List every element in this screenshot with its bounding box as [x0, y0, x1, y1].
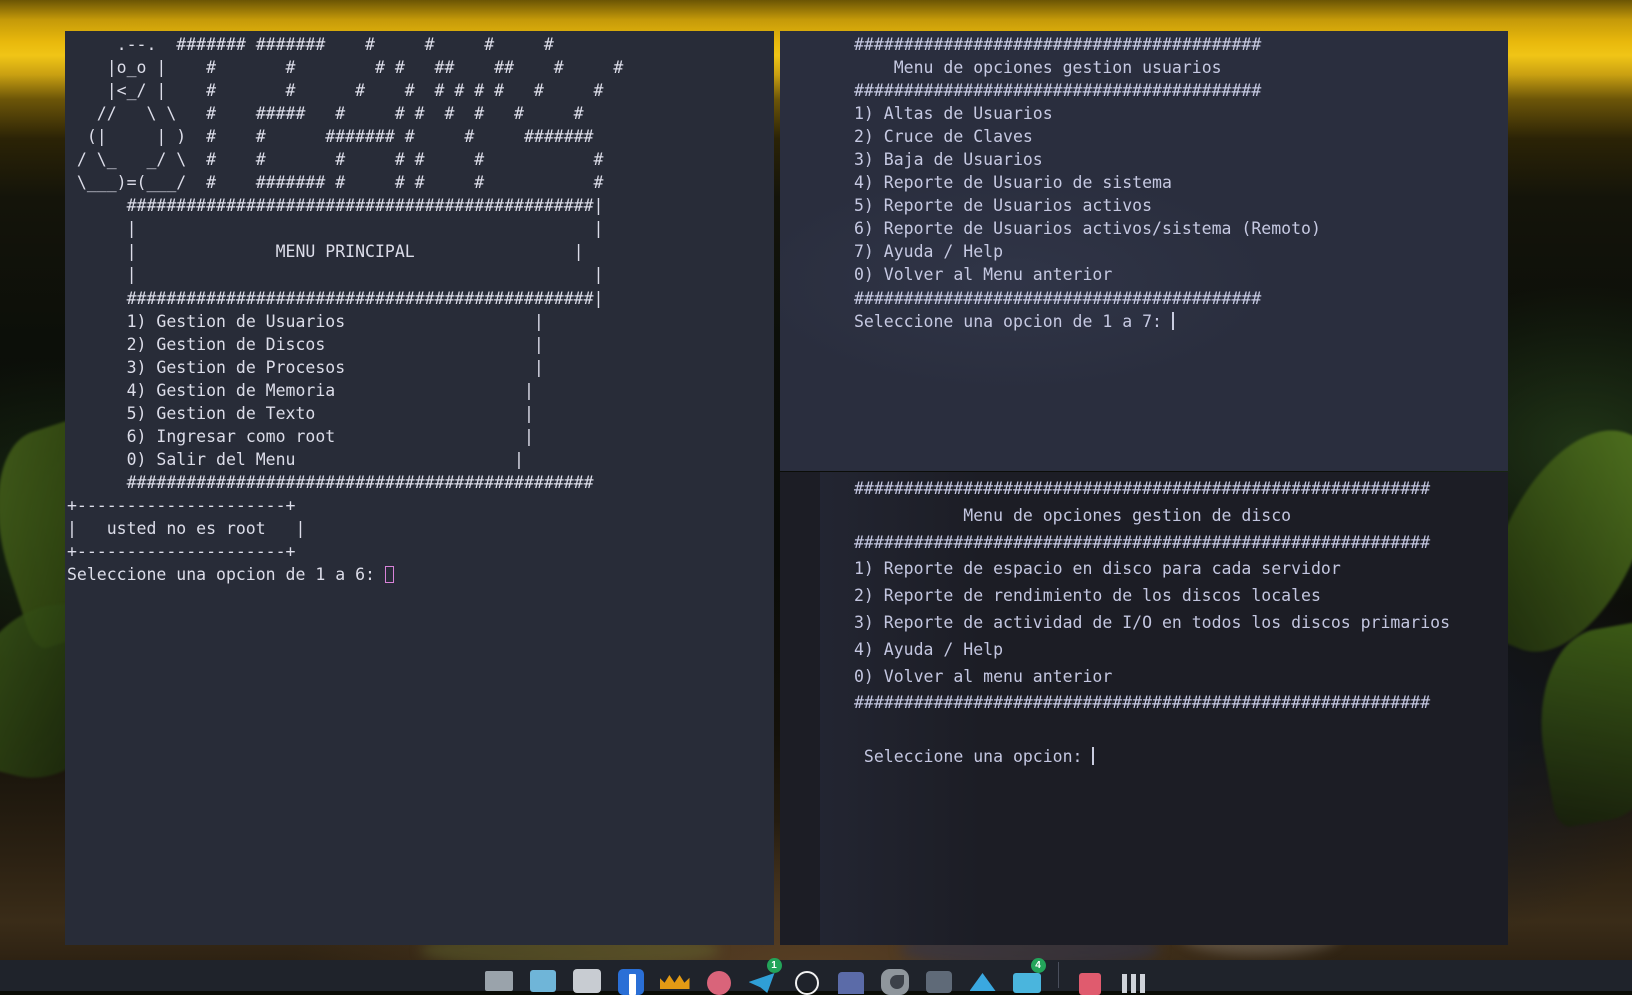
menu-box-blank-row: | |: [127, 219, 604, 238]
ascii-banner-line: (| | ) # # ####### # # #######: [67, 127, 594, 146]
menu-option[interactable]: 0) Salir del Menu: [127, 450, 296, 469]
apps-grid-icon[interactable]: [1117, 961, 1151, 995]
rule-bottom: ########################################…: [854, 289, 1261, 308]
browser-icon[interactable]: [790, 961, 824, 995]
menu-option[interactable]: 6) Ingresar como root: [127, 427, 336, 446]
menu-option[interactable]: 1) Gestion de Usuarios: [127, 312, 346, 331]
ascii-banner-line: .--. ####### ####### # # # #: [67, 35, 554, 54]
telegram-icon[interactable]: 1: [746, 961, 780, 995]
text-cursor[interactable]: [385, 566, 394, 583]
rule-mid: ########################################…: [854, 81, 1261, 100]
facebook-icon[interactable]: [614, 961, 648, 995]
chat-icon[interactable]: 4: [1010, 961, 1044, 995]
terminal-right-bottom-content: ########################################…: [780, 472, 1508, 771]
cloud-icon[interactable]: [966, 961, 1000, 995]
menu-title: MENU PRINCIPAL: [276, 242, 415, 261]
menu-option[interactable]: 3) Reporte de actividad de I/O en todos …: [854, 613, 1450, 632]
rule-bottom: ########################################…: [854, 693, 1430, 712]
menu-box-bottom-rule: ########################################…: [127, 473, 594, 492]
menu-option[interactable]: 0) Volver al Menu anterior: [854, 265, 1112, 284]
dock-separator: [1058, 962, 1059, 988]
menu-option[interactable]: 4) Gestion de Memoria: [127, 381, 336, 400]
menu-option[interactable]: 0) Volver al menu anterior: [854, 667, 1112, 686]
files-icon[interactable]: [482, 961, 516, 995]
menu-option[interactable]: 1) Reporte de espacio en disco para cada…: [854, 559, 1341, 578]
menu-title: Menu de opciones gestion de disco: [963, 506, 1291, 525]
terminal-window-main-menu[interactable]: .--. ####### ####### # # # # |o_o | # # …: [65, 31, 774, 945]
taskbar-dock[interactable]: 14: [0, 960, 1632, 991]
menu-box-blank-row: | |: [127, 265, 604, 284]
menu-box-mid-rule: ########################################…: [127, 289, 604, 308]
rule-top: ########################################…: [854, 35, 1261, 54]
notice-box-text: | usted no es root |: [67, 519, 305, 538]
menu-option[interactable]: 5) Reporte de Usuarios activos: [854, 196, 1152, 215]
terminal-left-content: .--. ####### ####### # # # # |o_o | # # …: [65, 31, 774, 586]
terminal-icon[interactable]: [922, 961, 956, 995]
menu-option[interactable]: 2) Gestion de Discos: [127, 335, 326, 354]
dock-badge: 4: [1031, 958, 1046, 973]
crown-icon[interactable]: [658, 961, 692, 995]
menu-option[interactable]: 4) Ayuda / Help: [854, 640, 1003, 659]
terminal-right-top-content: ########################################…: [780, 31, 1508, 333]
text-cursor[interactable]: [1172, 312, 1174, 330]
menu-option[interactable]: 4) Reporte de Usuario de sistema: [854, 173, 1172, 192]
ascii-banner-line: |<_/ | # # # # # # # # # #: [67, 81, 603, 100]
mail-icon[interactable]: [834, 961, 868, 995]
menu-option[interactable]: 5) Gestion de Texto: [127, 404, 316, 423]
notice-box-bottom: +---------------------+: [67, 542, 295, 561]
text-editor-icon[interactable]: [526, 961, 560, 995]
dock-badge: 1: [767, 958, 782, 973]
ascii-banner-line: / \_ _/ \ # # # # # # #: [67, 150, 603, 169]
prompt-label: Seleccione una opcion de 1 a 6:: [67, 565, 385, 584]
rule-top: ########################################…: [854, 479, 1430, 498]
menu-title: Menu de opciones gestion usuarios: [894, 58, 1222, 77]
menu-option[interactable]: 3) Baja de Usuarios: [854, 150, 1043, 169]
terminal-window-disk-management[interactable]: ########################################…: [780, 472, 1508, 945]
menu-option[interactable]: 2) Reporte de rendimiento de los discos …: [854, 586, 1321, 605]
menu-option[interactable]: 7) Ayuda / Help: [854, 242, 1003, 261]
text-cursor[interactable]: [1092, 747, 1094, 765]
menu-option[interactable]: 1) Altas de Usuarios: [854, 104, 1053, 123]
menu-box-top-rule: ########################################…: [127, 196, 604, 215]
media-player-icon[interactable]: [878, 961, 912, 995]
music-icon[interactable]: [702, 961, 736, 995]
ascii-banner-line: |o_o | # # # # ## ## # #: [67, 58, 623, 77]
leaf-decor: [1524, 621, 1632, 829]
recorder-icon[interactable]: [1073, 961, 1107, 995]
archive-icon[interactable]: [570, 961, 604, 995]
rule-mid: ########################################…: [854, 533, 1430, 552]
ascii-banner-line: // \ \ # ##### # # # # # # #: [67, 104, 584, 123]
notice-box-top: +---------------------+: [67, 496, 295, 515]
terminal-window-user-management[interactable]: ########################################…: [780, 31, 1508, 471]
menu-option[interactable]: 6) Reporte de Usuarios activos/sistema (…: [854, 219, 1321, 238]
prompt-label: Seleccione una opcion:: [854, 747, 1092, 766]
menu-option[interactable]: 2) Cruce de Claves: [854, 127, 1033, 146]
ascii-banner-line: \___)=(___/ # ####### # # # # #: [67, 173, 603, 192]
prompt-label: Seleccione una opcion de 1 a 7:: [854, 312, 1172, 331]
menu-option[interactable]: 3) Gestion de Procesos: [127, 358, 346, 377]
